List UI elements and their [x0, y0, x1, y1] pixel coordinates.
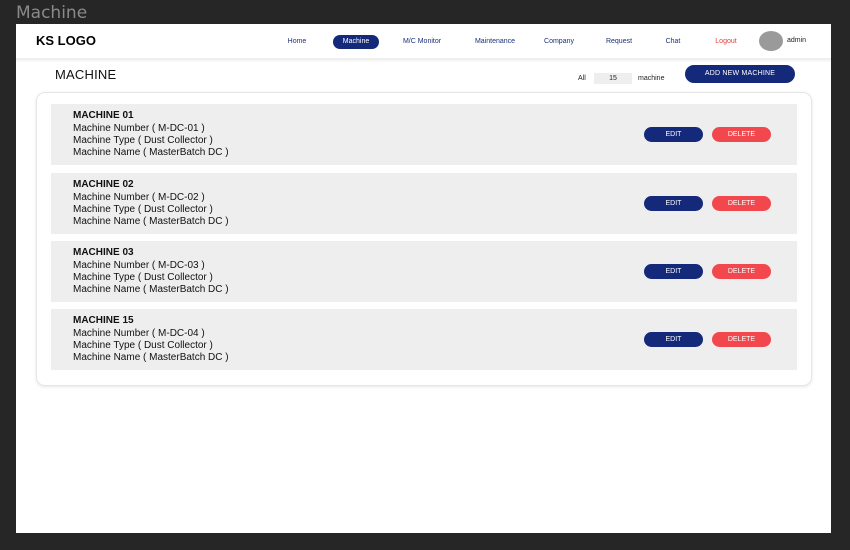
- machine-type: Machine Type ( Dust Collector ): [73, 135, 213, 146]
- add-new-machine-button[interactable]: ADD NEW MACHINE: [685, 65, 795, 83]
- user-name[interactable]: admin: [787, 37, 806, 44]
- machine-name: Machine Name ( MasterBatch DC ): [73, 216, 229, 227]
- count-unit: machine: [638, 75, 665, 82]
- delete-button[interactable]: DELETE: [712, 264, 771, 279]
- machine-card: MACHINE 02 Machine Number ( M-DC-02 ) Ma…: [51, 173, 797, 234]
- machine-card: MACHINE 01 Machine Number ( M-DC-01 ) Ma…: [51, 104, 797, 165]
- nav-item-logout[interactable]: Logout: [708, 35, 744, 49]
- top-navbar: KS LOGO Home Machine M/C Monitor Mainten…: [16, 24, 831, 60]
- machine-title: MACHINE 02: [73, 179, 134, 190]
- nav-item-home[interactable]: Home: [278, 35, 316, 49]
- page-title: MACHINE: [55, 67, 117, 82]
- edit-button[interactable]: EDIT: [644, 127, 703, 142]
- machine-title: MACHINE 15: [73, 315, 134, 326]
- count-label: All: [578, 75, 586, 82]
- machine-type: Machine Type ( Dust Collector ): [73, 272, 213, 283]
- machine-name: Machine Name ( MasterBatch DC ): [73, 147, 229, 158]
- edit-button[interactable]: EDIT: [644, 196, 703, 211]
- machine-name: Machine Name ( MasterBatch DC ): [73, 352, 229, 363]
- nav-item-company[interactable]: Company: [537, 35, 581, 49]
- machine-type: Machine Type ( Dust Collector ): [73, 204, 213, 215]
- machine-number: Machine Number ( M-DC-02 ): [73, 192, 205, 203]
- machine-card: MACHINE 03 Machine Number ( M-DC-03 ) Ma…: [51, 241, 797, 302]
- nav-item-machine[interactable]: Machine: [333, 35, 379, 49]
- machine-count: 15: [594, 73, 632, 84]
- machine-title: MACHINE 01: [73, 110, 134, 121]
- frame-title: Machine: [16, 3, 88, 23]
- edit-button[interactable]: EDIT: [644, 332, 703, 347]
- machine-type: Machine Type ( Dust Collector ): [73, 340, 213, 351]
- delete-button[interactable]: DELETE: [712, 196, 771, 211]
- machine-number: Machine Number ( M-DC-01 ): [73, 123, 205, 134]
- machine-number: Machine Number ( M-DC-03 ): [73, 260, 205, 271]
- nav-item-request[interactable]: Request: [599, 35, 639, 49]
- nav-item-mc-monitor[interactable]: M/C Monitor: [396, 35, 448, 49]
- avatar[interactable]: [759, 31, 783, 51]
- machine-number: Machine Number ( M-DC-04 ): [73, 328, 205, 339]
- machine-title: MACHINE 03: [73, 247, 134, 258]
- delete-button[interactable]: DELETE: [712, 332, 771, 347]
- delete-button[interactable]: DELETE: [712, 127, 771, 142]
- nav-item-maintenance[interactable]: Maintenance: [467, 35, 523, 49]
- machine-card: MACHINE 15 Machine Number ( M-DC-04 ) Ma…: [51, 309, 797, 370]
- nav-item-chat[interactable]: Chat: [658, 35, 688, 49]
- logo: KS LOGO: [36, 33, 96, 48]
- machine-list: MACHINE 01 Machine Number ( M-DC-01 ) Ma…: [36, 92, 812, 386]
- edit-button[interactable]: EDIT: [644, 264, 703, 279]
- machine-name: Machine Name ( MasterBatch DC ): [73, 284, 229, 295]
- app-canvas: KS LOGO Home Machine M/C Monitor Mainten…: [16, 24, 831, 533]
